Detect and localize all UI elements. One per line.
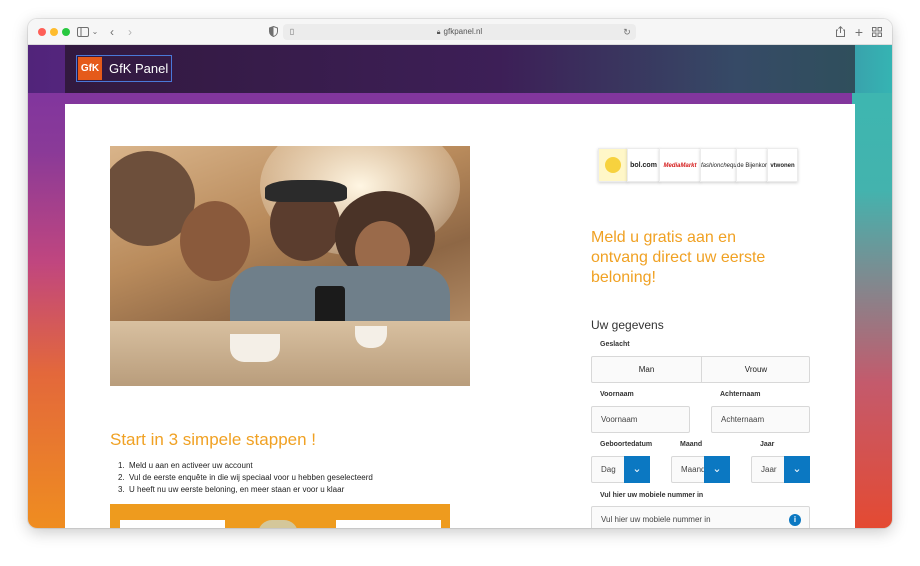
mobile-placeholder: Vul hier uw mobiele nummer in — [601, 515, 711, 524]
chevron-down-icon[interactable]: ⌄ — [624, 456, 650, 483]
page-icon: ▯ — [289, 27, 295, 36]
day-value: Dag — [601, 465, 616, 474]
steps-title: Start in 3 simpele stappen ! — [110, 430, 317, 449]
lastname-label: Achternaam — [720, 391, 761, 398]
gender-option-man[interactable]: Man — [592, 357, 701, 382]
zoom-window-button[interactable] — [62, 28, 70, 36]
promo-image — [258, 520, 298, 528]
step-text: U heeft nu uw eerste beloning, en meer s… — [129, 485, 345, 494]
day-select[interactable]: Dag ⌄ — [591, 456, 650, 483]
mobile-input[interactable]: Vul hier uw mobiele nummer in i — [591, 506, 810, 528]
gender-option-vrouw[interactable]: Vrouw — [701, 357, 810, 382]
promo-banner — [110, 504, 450, 528]
partner-logo-mediamarkt: MediaMarkt — [659, 148, 701, 182]
month-label: Maand — [680, 441, 703, 448]
section-title: Uw gegevens — [591, 318, 664, 332]
promo-card — [336, 520, 441, 528]
step-text: Vul de eerste enquête in die wij speciaa… — [129, 473, 373, 482]
dob-label: Geboortedatum — [600, 441, 653, 448]
shield-icon[interactable] — [267, 24, 279, 40]
content-card: Start in 3 simpele stappen ! 1. Meld u aa… — [65, 104, 855, 528]
reload-icon[interactable]: ↻ — [623, 24, 631, 40]
forward-icon[interactable]: › — [124, 24, 136, 40]
tab-overview-icon[interactable] — [871, 24, 883, 40]
promo-card — [120, 520, 225, 528]
browser-window: ⌄ ‹ › ▯ 🔒︎gfkpanel.nl ↻ + GfK GfK Panel — [28, 19, 892, 528]
close-window-button[interactable] — [38, 28, 46, 36]
partner-logo-vtwonen: vtwonen — [767, 148, 798, 182]
step-item: 3. U heeft nu uw eerste beloning, en meer… — [110, 484, 373, 496]
year-select[interactable]: Jaar ⌄ — [751, 456, 810, 483]
person-2 — [180, 201, 250, 281]
partner-logo-bol: bol.com — [627, 148, 660, 182]
step-number: 3. — [118, 485, 125, 494]
browser-toolbar: ⌄ ‹ › ▯ 🔒︎ gfkpanel.nl ↻ + — [28, 19, 892, 45]
gfk-logo-mark: GfK — [78, 57, 102, 80]
share-icon[interactable] — [834, 24, 846, 40]
minimize-window-button[interactable] — [50, 28, 58, 36]
partner-logo-fashioncheque: fashioncheque — [700, 148, 737, 182]
firstname-input[interactable]: Voornaam — [591, 406, 690, 433]
hero-image — [110, 146, 470, 386]
info-icon[interactable]: i — [789, 514, 801, 526]
step-item: 1. Meld u aan en activeer uw account — [110, 460, 373, 472]
mobile-label: Vul hier uw mobiele nummer in — [600, 492, 704, 499]
chevron-down-icon[interactable]: ⌄ — [784, 456, 810, 483]
gender-label: Geslacht — [600, 341, 630, 348]
month-value: Maand — [681, 465, 706, 474]
lock-icon: 🔒︎ — [436, 29, 441, 36]
back-icon[interactable]: ‹ — [106, 24, 118, 40]
url-text: gfkpanel.nl — [443, 27, 483, 36]
partner-logos: bol.com MediaMarkt fashioncheque de Bije… — [598, 148, 798, 182]
year-value: Jaar — [761, 465, 777, 474]
table — [110, 321, 470, 386]
site-header: GfK GfK Panel — [65, 45, 855, 93]
sidebar-icon[interactable] — [76, 24, 90, 40]
page-viewport: GfK GfK Panel Start in 3 simpele stappen… — [28, 45, 892, 528]
chevron-down-icon[interactable]: ⌄ — [90, 24, 100, 40]
background-gradient-right — [852, 45, 892, 528]
year-label: Jaar — [760, 441, 775, 448]
partner-logo-bijenkorf: de Bijenkorf — [736, 148, 768, 182]
partner-logo-yellow — [598, 148, 628, 182]
new-tab-icon[interactable]: + — [853, 24, 865, 40]
step-number: 1. — [118, 461, 125, 470]
step-number: 2. — [118, 473, 125, 482]
gender-toggle: Man Vrouw — [591, 356, 810, 383]
month-select[interactable]: Maand ⌄ — [671, 456, 730, 483]
steps-list: 1. Meld u aan en activeer uw account 2. Vu… — [110, 460, 373, 496]
step-text: Meld u aan en activeer uw account — [129, 461, 253, 470]
gfk-panel-logo[interactable]: GfK GfK Panel — [76, 55, 172, 82]
firstname-label: Voornaam — [600, 391, 634, 398]
chevron-down-icon[interactable]: ⌄ — [704, 456, 730, 483]
address-bar[interactable]: ▯ 🔒︎ gfkpanel.nl ↻ — [283, 24, 636, 40]
logo-text: GfK Panel — [109, 61, 169, 76]
coffee-cup — [230, 334, 280, 362]
lastname-input[interactable]: Achternaam — [711, 406, 810, 433]
step-item: 2. Vul de eerste enquête in die wij speci… — [110, 472, 373, 484]
hat — [265, 180, 347, 202]
form-title: Meld u gratis aan en ontvang direct uw e… — [591, 229, 766, 286]
